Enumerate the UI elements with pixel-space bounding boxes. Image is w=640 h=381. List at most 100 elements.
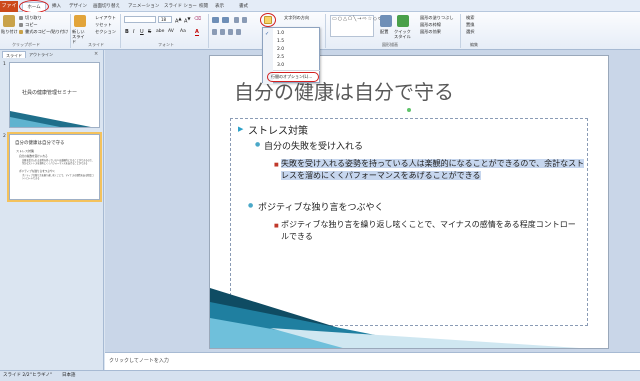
line-spacing-option[interactable]: 2.5	[277, 55, 284, 60]
slide-wave-graphic	[210, 288, 580, 348]
justify-icon[interactable]	[236, 29, 241, 35]
copy-icon[interactable]	[19, 23, 23, 27]
tab-view[interactable]: 表示	[212, 2, 227, 12]
strikethrough-button[interactable]: S	[148, 29, 151, 35]
thumb-line: ポジティブな独り言をつぶやく	[19, 170, 56, 173]
align-left-icon[interactable]	[212, 29, 217, 35]
bullet-level3[interactable]: 失敗を受け入れる姿勢を持っている人は楽観的になることができるので、余計なストレス…	[281, 158, 591, 182]
cut-button[interactable]: 切り取り	[25, 15, 42, 21]
clear-format-icon[interactable]: ⌫	[194, 16, 201, 22]
slide-thumbnail-2[interactable]: 自分の健康は自分で守る ストレス対策 自分の失敗を受け入れる 失敗を受け入れる姿…	[7, 132, 102, 202]
arrange-icon[interactable]	[380, 15, 392, 27]
font-group-label: フォント	[158, 42, 174, 47]
select-button[interactable]: 選択	[466, 29, 474, 35]
new-slide-icon[interactable]	[74, 15, 86, 27]
format-painter-button[interactable]: 書式のコピー/貼り付け	[25, 29, 68, 35]
tab-outline[interactable]: アウトライン	[26, 51, 56, 58]
annotation-circle-line-spacing	[260, 13, 276, 27]
shadow-button[interactable]: abe	[156, 29, 164, 34]
thumb-line: 自分の失敗を受け入れる	[19, 155, 48, 158]
check-icon: ✓	[265, 31, 270, 37]
separator	[325, 14, 326, 48]
editing-group-label: 編集	[470, 42, 478, 47]
char-spacing-button[interactable]: AV	[168, 29, 174, 34]
shape-fill-button[interactable]: 図形の塗りつぶし	[420, 15, 454, 21]
status-bar: スライド 2/2 "ヒラギノ" 日本語	[0, 370, 640, 381]
line-spacing-option[interactable]: 1.5	[277, 39, 284, 44]
bold-button[interactable]: B	[125, 29, 129, 35]
slides-group-label: スライド	[88, 42, 104, 47]
format-painter-icon[interactable]	[19, 30, 23, 34]
slide-canvas[interactable]: 自分の健康は自分で守る ▶ ストレス対策 ● 自分の失敗を受け入れる ■ 失敗を…	[209, 55, 609, 349]
menu-separator	[273, 70, 320, 71]
thumb-number-1: 1	[3, 62, 6, 67]
quick-styles-button[interactable]: クイック スタイル	[394, 29, 412, 39]
tab-review[interactable]: 校閲	[196, 2, 211, 12]
rotation-handle[interactable]	[407, 108, 411, 112]
tab-design[interactable]: デザイン	[66, 2, 90, 12]
shape-outline-button[interactable]: 図形の枠線	[420, 22, 441, 28]
new-slide-button[interactable]: 新しい スライド	[72, 29, 88, 44]
drawing-group-label: 図形描画	[382, 42, 398, 47]
section-button[interactable]: セクション	[95, 29, 116, 35]
clipboard-group-label: クリップボード	[12, 42, 40, 47]
thumb-line: ストレス対策	[16, 149, 35, 153]
separator	[460, 14, 461, 48]
shapes-gallery[interactable]: ▭○△⬠╲→⇨☆◇⬭⌒⊂	[330, 15, 392, 37]
shape-effects-button[interactable]: 図形の効果	[420, 29, 441, 35]
notes-pane[interactable]: クリックしてノートを入力	[105, 352, 640, 370]
bullet-square-icon: ■	[274, 223, 279, 229]
thumb-title: 社員の健康管理セミナー	[22, 90, 78, 96]
tab-format[interactable]: 書式	[236, 2, 251, 12]
align-center-icon[interactable]	[220, 29, 225, 35]
bullet-level2[interactable]: 自分の失敗を受け入れる	[264, 139, 363, 152]
thumb-line: ポジティブな独り言を繰り返し呟くことで、マイナスの感情をある程度コントロールでき…	[22, 174, 94, 180]
text-direction-button[interactable]: 文字列の方向	[284, 15, 309, 21]
align-right-icon[interactable]	[228, 29, 233, 35]
underline-button[interactable]: U	[140, 29, 144, 35]
tab-insert[interactable]: 挿入	[49, 2, 64, 12]
decrease-indent-icon[interactable]	[234, 17, 239, 23]
layout-button[interactable]: レイアウト	[95, 15, 116, 21]
reset-button[interactable]: リセット	[95, 22, 112, 28]
bullet-dot-icon: ●	[248, 202, 254, 209]
font-name-combo[interactable]	[124, 16, 156, 23]
grow-font-icon[interactable]: A▲	[175, 16, 182, 25]
cut-icon[interactable]	[19, 16, 23, 20]
tab-slideshow[interactable]: スライド ショー	[161, 2, 200, 12]
close-icon[interactable]: ×	[94, 51, 98, 57]
change-case-button[interactable]: Aa	[180, 29, 186, 34]
line-spacing-options-item[interactable]: 行間のオプション(L)...	[271, 74, 312, 80]
paste-icon[interactable]	[3, 15, 15, 27]
slide-thumbnail-1[interactable]: 社員の健康管理セミナー	[9, 62, 100, 128]
bullet-level3[interactable]: ポジティブな独り言を繰り返し呟くことで、マイナスの感情をある程度コントロールでき…	[281, 219, 581, 243]
copy-button[interactable]: コピー	[25, 22, 38, 28]
bullet-level2[interactable]: ポジティブな独り言をつぶやく	[258, 200, 383, 213]
font-color-button[interactable]: A	[195, 29, 199, 36]
line-spacing-option[interactable]: 2.0	[277, 47, 284, 52]
bullets-icon[interactable]	[212, 17, 219, 23]
paste-label[interactable]: 貼り付け	[1, 29, 18, 35]
notes-placeholder[interactable]: クリックしてノートを入力	[109, 357, 169, 364]
thumb-title: 自分の健康は自分で守る	[15, 141, 65, 146]
bullet-level1[interactable]: ストレス対策	[248, 122, 308, 137]
replace-button[interactable]: 置換	[466, 22, 474, 28]
selected-text[interactable]: 失敗を受け入れる姿勢を持っている人は楽観的になることができるので、余計なストレス…	[281, 159, 585, 180]
shrink-font-icon[interactable]: A▼	[184, 16, 191, 25]
font-size-combo[interactable]: 18	[158, 16, 172, 23]
find-button[interactable]: 検索	[466, 15, 474, 21]
quick-styles-icon[interactable]	[397, 15, 409, 27]
line-spacing-option[interactable]: 1.0	[277, 31, 284, 36]
tab-animations[interactable]: アニメーション	[125, 2, 162, 12]
tab-transitions[interactable]: 画面切り替え	[90, 2, 123, 12]
bullet-arrow-icon: ▶	[238, 125, 244, 133]
arrange-button[interactable]: 配置	[380, 29, 388, 35]
italic-button[interactable]: I	[133, 29, 134, 35]
tab-slides[interactable]: スライド	[2, 51, 26, 58]
line-spacing-option[interactable]: 3.0	[277, 63, 284, 68]
numbering-icon[interactable]	[222, 17, 229, 23]
bullet-dot-icon: ●	[255, 141, 261, 148]
tab-file[interactable]: ファイル	[0, 1, 18, 20]
increase-indent-icon[interactable]	[242, 17, 247, 23]
slide-thumbnail-panel: スライド アウトライン × 1 社員の健康管理セミナー 2 自分の健康は自分で守…	[0, 50, 104, 370]
